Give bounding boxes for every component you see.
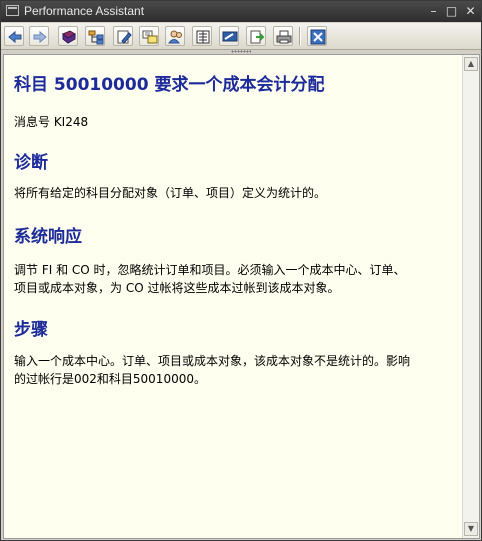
section-heading-diagnosis: 诊断 bbox=[14, 153, 48, 173]
section-heading-system-response: 系统响应 bbox=[14, 227, 82, 247]
back-arrow-icon bbox=[8, 30, 22, 44]
users-icon bbox=[168, 30, 182, 44]
forward-arrow-icon bbox=[33, 30, 47, 44]
display-icon bbox=[222, 31, 238, 42]
book-icon bbox=[62, 30, 76, 44]
minimize-button[interactable]: – bbox=[426, 4, 441, 18]
window-title: Performance Assistant bbox=[24, 4, 145, 18]
procedure-line-1: 输入一个成本中心。订单、项目或成本对象，该成本对象不是统计的。影响 bbox=[14, 354, 411, 368]
document-icon bbox=[196, 30, 210, 44]
system-response-line-1: 调节 FI 和 CO 时，忽略统计订单和项目。必须输入一个成本中心、订单、 bbox=[14, 263, 406, 277]
back-button[interactable] bbox=[4, 26, 24, 46]
message-number: 消息号 KI248 bbox=[14, 115, 89, 129]
structure-icon bbox=[88, 30, 104, 45]
maximize-button[interactable]: □ bbox=[444, 4, 459, 18]
document-button[interactable] bbox=[192, 26, 212, 46]
display-button[interactable] bbox=[219, 26, 239, 46]
resize-grip[interactable] bbox=[231, 50, 251, 53]
export-icon bbox=[250, 30, 265, 44]
close-window-button[interactable]: ✕ bbox=[463, 4, 478, 18]
technical-info-button[interactable] bbox=[139, 26, 159, 46]
print-icon bbox=[276, 30, 292, 44]
scroll-up-button[interactable]: ▲ bbox=[464, 57, 478, 71]
system-response-line-2: 项目或成本对象，为 CO 过帐将这些成本过帐到该成本对象。 bbox=[14, 281, 340, 295]
section-heading-procedure: 步骤 bbox=[14, 320, 48, 340]
title-bar: Performance Assistant – □ ✕ bbox=[1, 1, 481, 22]
toolbar-separator bbox=[299, 27, 301, 45]
window-icon bbox=[6, 5, 19, 16]
technical-info-icon bbox=[142, 30, 158, 44]
export-button[interactable] bbox=[246, 26, 266, 46]
close-button[interactable] bbox=[307, 26, 327, 46]
help-content-pane: 科目 50010000 要求一个成本会计分配 消息号 KI248 诊断 将所有给… bbox=[3, 54, 480, 539]
scroll-down-button[interactable]: ▼ bbox=[464, 522, 478, 536]
edit-button[interactable] bbox=[113, 26, 133, 46]
edit-icon bbox=[117, 30, 132, 44]
toolbar bbox=[1, 23, 481, 50]
close-icon bbox=[310, 29, 326, 45]
vertical-scrollbar[interactable]: ▲ ▼ bbox=[462, 55, 479, 538]
users-button[interactable] bbox=[165, 26, 185, 46]
procedure-line-2: 的过帐行是002和科目50010000。 bbox=[14, 372, 206, 386]
performance-assistant-window: Performance Assistant – □ ✕ 科目 50010000 … bbox=[0, 0, 482, 541]
message-title: 科目 50010000 要求一个成本会计分配 bbox=[14, 75, 325, 95]
structure-button[interactable] bbox=[85, 26, 105, 46]
diagnosis-text: 将所有给定的科目分配对象（订单、项目）定义为统计的。 bbox=[14, 186, 327, 200]
print-button[interactable] bbox=[273, 26, 293, 46]
book-button[interactable] bbox=[58, 26, 78, 46]
forward-button[interactable] bbox=[29, 26, 49, 46]
